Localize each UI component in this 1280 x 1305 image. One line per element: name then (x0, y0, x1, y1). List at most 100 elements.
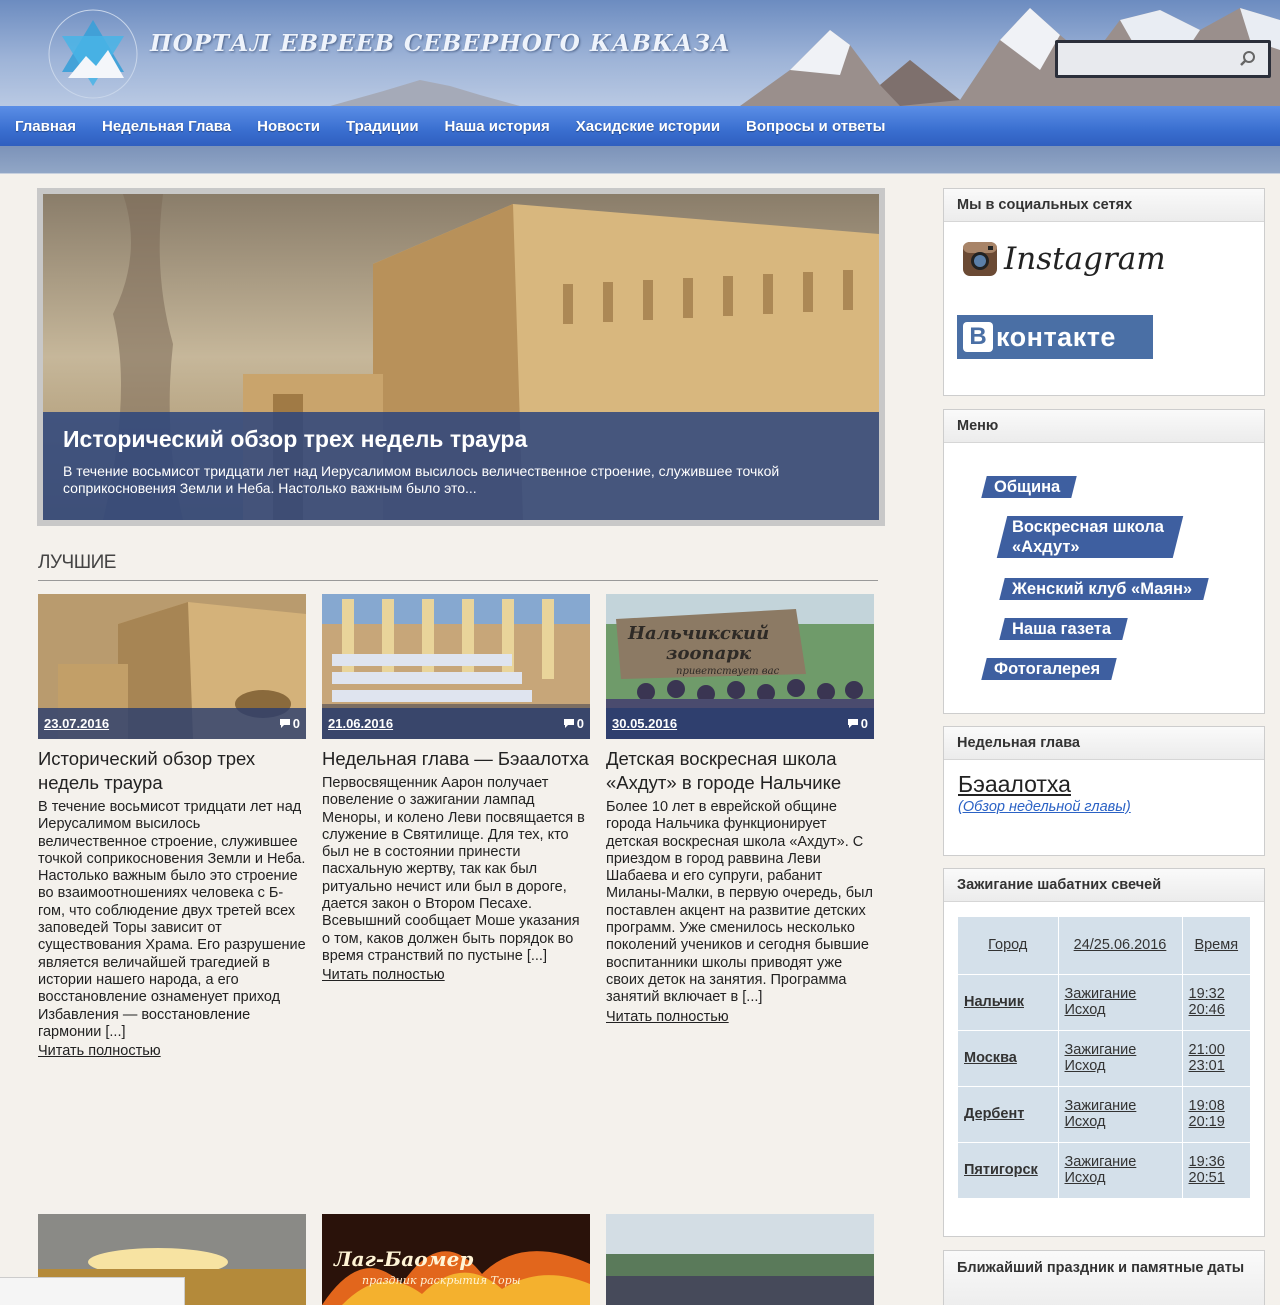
parsha-overview-link[interactable]: (Обзор недельной главы) (958, 799, 1131, 815)
site-title[interactable]: ПОРТАЛ ЕВРЕЕВ СЕВЕРНОГО КАВКАЗА (150, 30, 731, 57)
article-excerpt: Первосвященник Аарон получает повеление … (322, 775, 585, 964)
end-label[interactable]: Исход (1065, 1058, 1106, 1074)
menu-item-label: Воскресная школа «Ахдут» (1012, 518, 1164, 556)
group-river-thumbnail-image (606, 1214, 874, 1305)
featured-caption[interactable]: Исторический обзор трех недель траура В … (43, 412, 879, 520)
thumbnail-meta-bar: 23.07.2016 0 (38, 708, 306, 739)
table-row: Москва Зажигание Исход 21:00 23:01 (958, 1030, 1250, 1087)
lighting-time[interactable]: 21:00 (1189, 1042, 1225, 1058)
menu-item-community[interactable]: Община (981, 476, 1077, 498)
instagram-icon (963, 242, 997, 276)
menu-item-label: Наша газета (1012, 620, 1112, 638)
holiday-widget: Ближайший праздник и памятные даты (943, 1250, 1265, 1305)
search-box[interactable] (1055, 40, 1271, 78)
zoo-sign-line1: Нальчикский (627, 623, 769, 644)
lighting-label[interactable]: Зажигание (1065, 1154, 1137, 1170)
column-header-time[interactable]: Время (1194, 937, 1238, 953)
city-link[interactable]: Нальчик (964, 994, 1024, 1010)
nav-item-traditions[interactable]: Традиции (333, 118, 432, 135)
menu-item-photo-gallery[interactable]: Фотогалерея (981, 658, 1117, 680)
comment-count-value: 0 (292, 716, 300, 731)
article-thumbnail[interactable]: 21.06.2016 0 (322, 594, 590, 739)
end-label[interactable]: Исход (1065, 1170, 1106, 1186)
thumbnail-meta-bar: 21.06.2016 0 (322, 708, 590, 739)
site-logo-icon[interactable] (38, 6, 148, 104)
widget-title: Ближайший праздник и памятные даты (944, 1251, 1264, 1305)
search-input[interactable] (1058, 43, 1228, 75)
menu-item-label: Женский клуб «Маян» (1012, 580, 1193, 598)
table-row: Дербент Зажигание Исход 19:08 20:19 (958, 1086, 1250, 1143)
article-title[interactable]: Исторический обзор трех недель траура (38, 747, 306, 795)
lighting-time[interactable]: 19:36 (1189, 1154, 1225, 1170)
article-thumbnail[interactable] (606, 1214, 874, 1305)
article-date[interactable]: 21.06.2016 (328, 716, 393, 731)
vk-label: контакте (996, 321, 1116, 352)
lighting-label[interactable]: Зажигание (1065, 1042, 1137, 1058)
lighting-label[interactable]: Зажигание (1065, 1098, 1137, 1114)
menu-item-newspaper[interactable]: Наша газета (999, 618, 1128, 640)
column-header-city[interactable]: Город (988, 937, 1027, 953)
article-date[interactable]: 30.05.2016 (612, 716, 677, 731)
lighting-label[interactable]: Зажигание (1065, 986, 1137, 1002)
article-date[interactable]: 23.07.2016 (44, 716, 109, 731)
search-icon[interactable] (1238, 49, 1258, 69)
comment-icon (279, 719, 290, 728)
candle-times-table: Город 24/25.06.2016 Время Нальчик Зажига… (958, 917, 1250, 1199)
comment-icon (847, 719, 858, 728)
comment-icon (563, 719, 574, 728)
end-label[interactable]: Исход (1065, 1114, 1106, 1130)
featured-title[interactable]: Исторический обзор трех недель траура (63, 426, 859, 453)
comment-count-value: 0 (576, 716, 584, 731)
nav-item-faq[interactable]: Вопросы и ответы (733, 118, 898, 135)
widget-title: Зажигание шабатних свечей (944, 869, 1264, 902)
featured-excerpt: В течение восьмисот тридцати лет над Иер… (63, 463, 780, 496)
candle-lighting-widget: Зажигание шабатних свечей Город 24/25.06… (943, 868, 1265, 1237)
lighting-time[interactable]: 19:08 (1189, 1098, 1225, 1114)
parsha-name[interactable]: Бэаалотха (958, 771, 1071, 798)
menu-item-womens-club[interactable]: Женский клуб «Маян» (999, 578, 1209, 600)
instagram-link[interactable]: Instagram (962, 241, 1166, 277)
end-time[interactable]: 23:01 (1189, 1058, 1225, 1074)
table-row: Нальчик Зажигание Исход 19:32 20:46 (958, 974, 1250, 1031)
article-thumbnail[interactable]: Нальчикский зоопарк приветствует вас 30.… (606, 594, 874, 739)
nav-item-home[interactable]: Главная (2, 118, 89, 135)
city-link[interactable]: Дербент (964, 1106, 1024, 1122)
read-more-link[interactable]: Читать полностью (38, 1043, 161, 1059)
article-thumbnail[interactable]: Лаг-Баомер праздник раскрытия Торы (322, 1214, 590, 1305)
featured-slider[interactable]: Исторический обзор трех недель траура В … (37, 188, 885, 526)
article-thumbnail[interactable]: 23.07.2016 0 (38, 594, 306, 739)
table-header-row: Город 24/25.06.2016 Время (958, 917, 1250, 975)
featured-image[interactable]: Исторический обзор трех недель траура В … (43, 194, 879, 520)
nav-item-our-history[interactable]: Наша история (432, 118, 563, 135)
comment-count[interactable]: 0 (563, 716, 584, 731)
lag-baomer-title: Лаг-Баомер (333, 1247, 473, 1271)
article-card: 23.07.2016 0 Исторический обзор трех нед… (38, 594, 306, 1060)
city-link[interactable]: Пятигорск (964, 1162, 1038, 1178)
article-title[interactable]: Детская воскресная школа «Ахдут» в город… (606, 747, 874, 795)
table-row: Пятигорск Зажигание Исход 19:36 20:51 (958, 1142, 1250, 1199)
column-header-date[interactable]: 24/25.06.2016 (1074, 937, 1167, 953)
nav-item-hasidic-stories[interactable]: Хасидские истории (563, 118, 733, 135)
article-title[interactable]: Недельная глава — Бэаалотха (322, 747, 590, 771)
social-widget: Мы в социальных сетях Instagram B контак… (943, 188, 1265, 396)
end-time[interactable]: 20:51 (1189, 1170, 1225, 1186)
widget-title: Мы в социальных сетях (944, 189, 1264, 222)
read-more-link[interactable]: Читать полностью (322, 967, 445, 983)
vkontakte-link[interactable]: B контакте (957, 315, 1153, 359)
read-more-link[interactable]: Читать полностью (606, 1009, 729, 1025)
menu-widget: Меню Община Воскресная школа «Ахдут» Жен… (943, 409, 1265, 714)
end-time[interactable]: 20:46 (1189, 1002, 1225, 1018)
city-link[interactable]: Москва (964, 1050, 1017, 1066)
comment-count[interactable]: 0 (279, 716, 300, 731)
end-time[interactable]: 20:19 (1189, 1114, 1225, 1130)
article-excerpt: Более 10 лет в еврейской общине города Н… (606, 799, 873, 1006)
menu-item-sunday-school[interactable]: Воскресная школа «Ахдут» (996, 516, 1184, 558)
zoo-sign-line3: приветствует вас (676, 666, 780, 677)
lighting-time[interactable]: 19:32 (1189, 986, 1225, 1002)
nav-item-weekly-chapter[interactable]: Недельная Глава (89, 118, 244, 135)
nav-item-news[interactable]: Новости (244, 118, 333, 135)
article-excerpt: В течение восьмисот тридцати лет над Иер… (38, 799, 306, 1040)
end-label[interactable]: Исход (1065, 1002, 1106, 1018)
widget-title: Меню (944, 410, 1264, 443)
comment-count[interactable]: 0 (847, 716, 868, 731)
